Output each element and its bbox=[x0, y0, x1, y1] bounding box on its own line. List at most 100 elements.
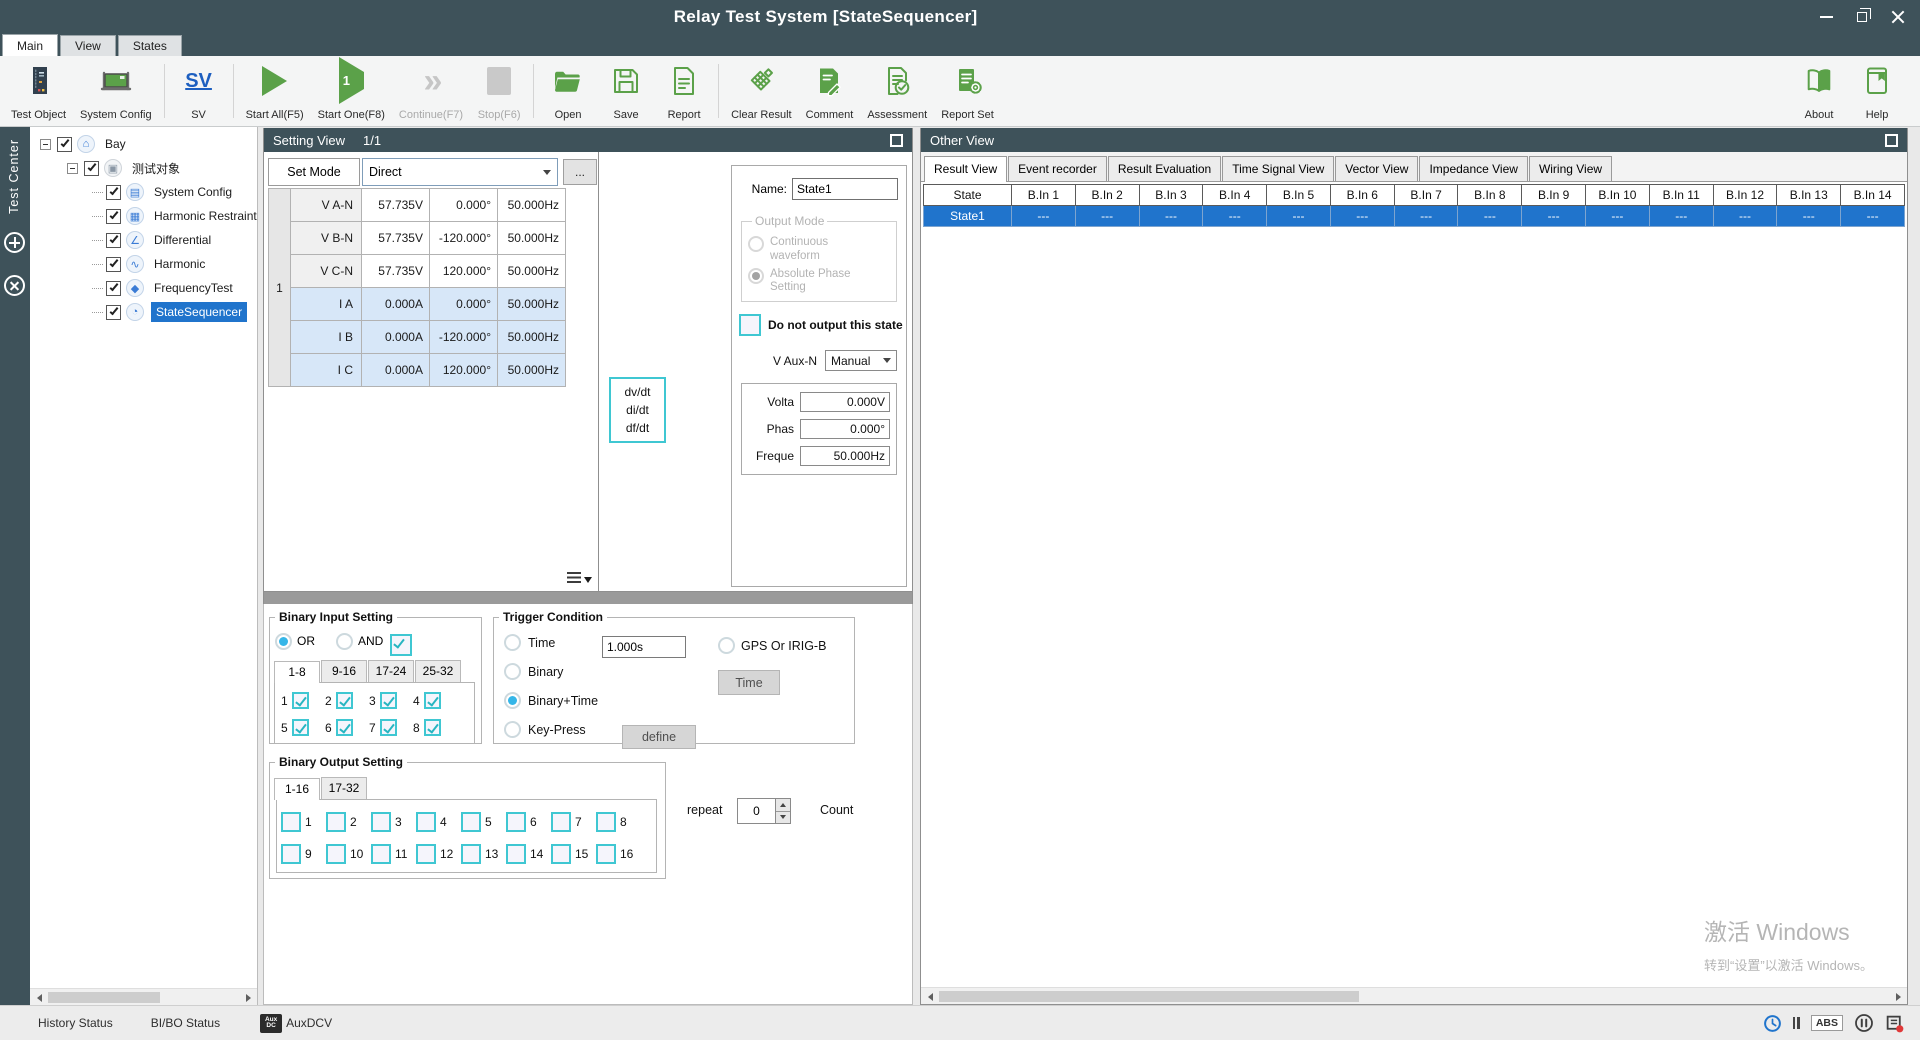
maximize-panel-icon[interactable] bbox=[1885, 134, 1898, 147]
binary-output-7-checkbox[interactable] bbox=[551, 812, 571, 832]
restore-button[interactable] bbox=[1844, 0, 1880, 34]
tab-1-16[interactable]: 1-16 bbox=[274, 778, 320, 800]
tab-25-32[interactable]: 25-32 bbox=[415, 660, 461, 682]
signal-row-v-c-n[interactable]: V C-N57.735V120.000°50.000Hz bbox=[269, 255, 566, 288]
tab-result-evaluation[interactable]: Result Evaluation bbox=[1108, 156, 1221, 181]
scrollbar-thumb[interactable] bbox=[939, 991, 1359, 1002]
scroll-right-icon[interactable] bbox=[1890, 989, 1906, 1004]
signal-freq-cell[interactable]: 50.000Hz bbox=[498, 255, 566, 288]
do-not-output-checkbox[interactable] bbox=[739, 314, 761, 336]
maximize-panel-icon[interactable] bbox=[890, 134, 903, 147]
checkbox[interactable] bbox=[106, 209, 121, 224]
binary-input-7-checkbox[interactable] bbox=[380, 719, 397, 736]
signal-amp-cell[interactable]: 57.735V bbox=[362, 255, 430, 288]
add-icon[interactable] bbox=[4, 232, 25, 253]
binary-output-1-checkbox[interactable] bbox=[281, 812, 301, 832]
more-button[interactable]: ... bbox=[563, 159, 597, 185]
collapse-icon[interactable] bbox=[40, 139, 51, 150]
scroll-left-icon[interactable] bbox=[922, 989, 938, 1004]
system-config-button[interactable]: System Config bbox=[73, 56, 159, 126]
signal-row-i-a[interactable]: I A0.000A0.000°50.000Hz bbox=[269, 288, 566, 321]
binary-output-10-checkbox[interactable] bbox=[326, 844, 346, 864]
signal-phase-cell[interactable]: 0.000° bbox=[430, 189, 498, 222]
close-button[interactable] bbox=[1880, 0, 1916, 34]
tab-1-8[interactable]: 1-8 bbox=[274, 661, 320, 683]
signal-row-i-b[interactable]: I B0.000A-120.000°50.000Hz bbox=[269, 321, 566, 354]
bi-select-all-checkbox[interactable] bbox=[390, 634, 412, 656]
tab-17-24[interactable]: 17-24 bbox=[368, 660, 414, 682]
checkbox[interactable] bbox=[106, 233, 121, 248]
open-button[interactable]: Open bbox=[539, 56, 597, 126]
comment-button[interactable]: Comment bbox=[799, 56, 861, 126]
tree-item-test-object[interactable]: ▣ 测试对象 bbox=[30, 156, 257, 180]
phas-field[interactable]: 0.000° bbox=[800, 419, 890, 439]
signal-amp-cell[interactable]: 0.000A bbox=[362, 354, 430, 387]
binary-output-4-checkbox[interactable] bbox=[416, 812, 436, 832]
signal-phase-cell[interactable]: -120.000° bbox=[430, 321, 498, 354]
checkbox[interactable] bbox=[106, 185, 121, 200]
or-radio[interactable] bbox=[275, 633, 292, 650]
scroll-right-icon[interactable] bbox=[240, 990, 256, 1005]
set-mode-select[interactable]: Direct bbox=[362, 158, 558, 186]
signal-freq-cell[interactable]: 50.000Hz bbox=[498, 354, 566, 387]
binary-input-5-checkbox[interactable] bbox=[292, 719, 309, 736]
binary-output-14-checkbox[interactable] bbox=[506, 844, 526, 864]
about-button[interactable]: About bbox=[1790, 56, 1848, 126]
and-radio[interactable] bbox=[336, 633, 353, 650]
collapse-icon[interactable] bbox=[67, 163, 78, 174]
binary-input-3-checkbox[interactable] bbox=[380, 692, 397, 709]
time-button[interactable]: Time bbox=[718, 670, 780, 695]
checkbox[interactable] bbox=[106, 281, 121, 296]
tab-view[interactable]: View bbox=[60, 35, 116, 56]
signal-phase-cell[interactable]: 120.000° bbox=[430, 255, 498, 288]
binary-input-1-checkbox[interactable] bbox=[292, 692, 309, 709]
trigger-time-input[interactable] bbox=[602, 636, 686, 658]
sv-button[interactable]: SV SV bbox=[170, 56, 228, 126]
trigger-option-binary[interactable]: Binary bbox=[504, 663, 598, 680]
signal-row-v-a-n[interactable]: 1V A-N57.735V0.000°50.000Hz bbox=[269, 189, 566, 222]
tab-impedance-view[interactable]: Impedance View bbox=[1419, 156, 1528, 181]
clear-result-button[interactable]: Clear Result bbox=[724, 56, 799, 126]
trigger-option-key-press[interactable]: Key-Press bbox=[504, 721, 598, 738]
tab-17-32[interactable]: 17-32 bbox=[321, 777, 367, 799]
checkbox[interactable] bbox=[106, 257, 121, 272]
state-name-input[interactable] bbox=[792, 178, 898, 200]
remove-icon[interactable] bbox=[4, 275, 25, 296]
tree-horizontal-scrollbar[interactable] bbox=[30, 988, 257, 1005]
binary-output-8-checkbox[interactable] bbox=[596, 812, 616, 832]
binary-input-8-checkbox[interactable] bbox=[424, 719, 441, 736]
binary-input-2-checkbox[interactable] bbox=[336, 692, 353, 709]
tree-item-frequencytest[interactable]: ◆FrequencyTest bbox=[30, 276, 257, 300]
help-button[interactable]: Help bbox=[1848, 56, 1906, 126]
gps-option[interactable]: GPS Or IRIG-B bbox=[718, 637, 826, 654]
signal-freq-cell[interactable]: 50.000Hz bbox=[498, 288, 566, 321]
signal-amp-cell[interactable]: 0.000A bbox=[362, 321, 430, 354]
tab-event-recorder[interactable]: Event recorder bbox=[1008, 156, 1107, 181]
tab-states[interactable]: States bbox=[118, 35, 182, 56]
binary-output-11-checkbox[interactable] bbox=[371, 844, 391, 864]
minimize-button[interactable] bbox=[1808, 0, 1844, 34]
report-button[interactable]: Report bbox=[655, 56, 713, 126]
spin-up-icon[interactable] bbox=[776, 799, 790, 812]
trigger-option-time[interactable]: Time bbox=[504, 634, 598, 651]
signal-phase-cell[interactable]: 120.000° bbox=[430, 354, 498, 387]
scroll-left-icon[interactable] bbox=[31, 990, 47, 1005]
signal-freq-cell[interactable]: 50.000Hz bbox=[498, 189, 566, 222]
repeat-spinner[interactable]: 0 bbox=[737, 798, 791, 824]
binary-output-12-checkbox[interactable] bbox=[416, 844, 436, 864]
tab-time-signal-view[interactable]: Time Signal View bbox=[1222, 156, 1334, 181]
start-one-button[interactable]: 1 Start One(F8) bbox=[311, 56, 392, 126]
signal-phase-cell[interactable]: 0.000° bbox=[430, 288, 498, 321]
signal-amp-cell[interactable]: 57.735V bbox=[362, 189, 430, 222]
binary-input-4-checkbox[interactable] bbox=[424, 692, 441, 709]
report-set-button[interactable]: Report Set bbox=[934, 56, 1001, 126]
tree-item-harmonic[interactable]: ∿Harmonic bbox=[30, 252, 257, 276]
binary-output-6-checkbox[interactable] bbox=[506, 812, 526, 832]
vaux-select[interactable]: Manual bbox=[825, 350, 897, 371]
scrollbar-thumb[interactable] bbox=[48, 992, 160, 1003]
binary-output-3-checkbox[interactable] bbox=[371, 812, 391, 832]
result-row-state1[interactable]: State1----------------------------------… bbox=[924, 206, 1905, 227]
gps-radio[interactable] bbox=[718, 637, 735, 654]
binary-output-13-checkbox[interactable] bbox=[461, 844, 481, 864]
start-all-button[interactable]: Start All(F5) bbox=[239, 56, 311, 126]
